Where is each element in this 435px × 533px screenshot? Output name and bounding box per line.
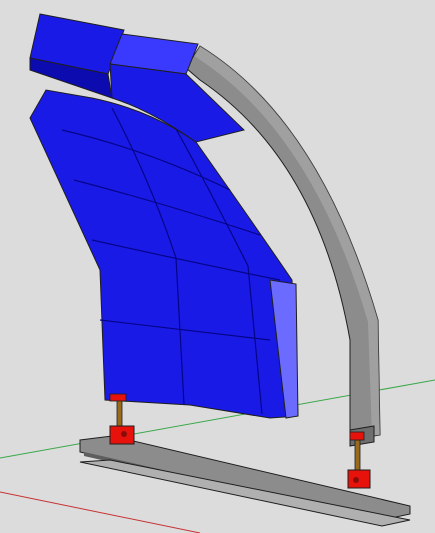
upper-panel-row-left[interactable] xyxy=(29,13,125,99)
scene-canvas[interactable] xyxy=(0,0,435,533)
red-axis-line xyxy=(0,491,201,533)
curved-panel-array[interactable] xyxy=(29,89,299,419)
3d-model-viewport[interactable] xyxy=(0,0,435,533)
